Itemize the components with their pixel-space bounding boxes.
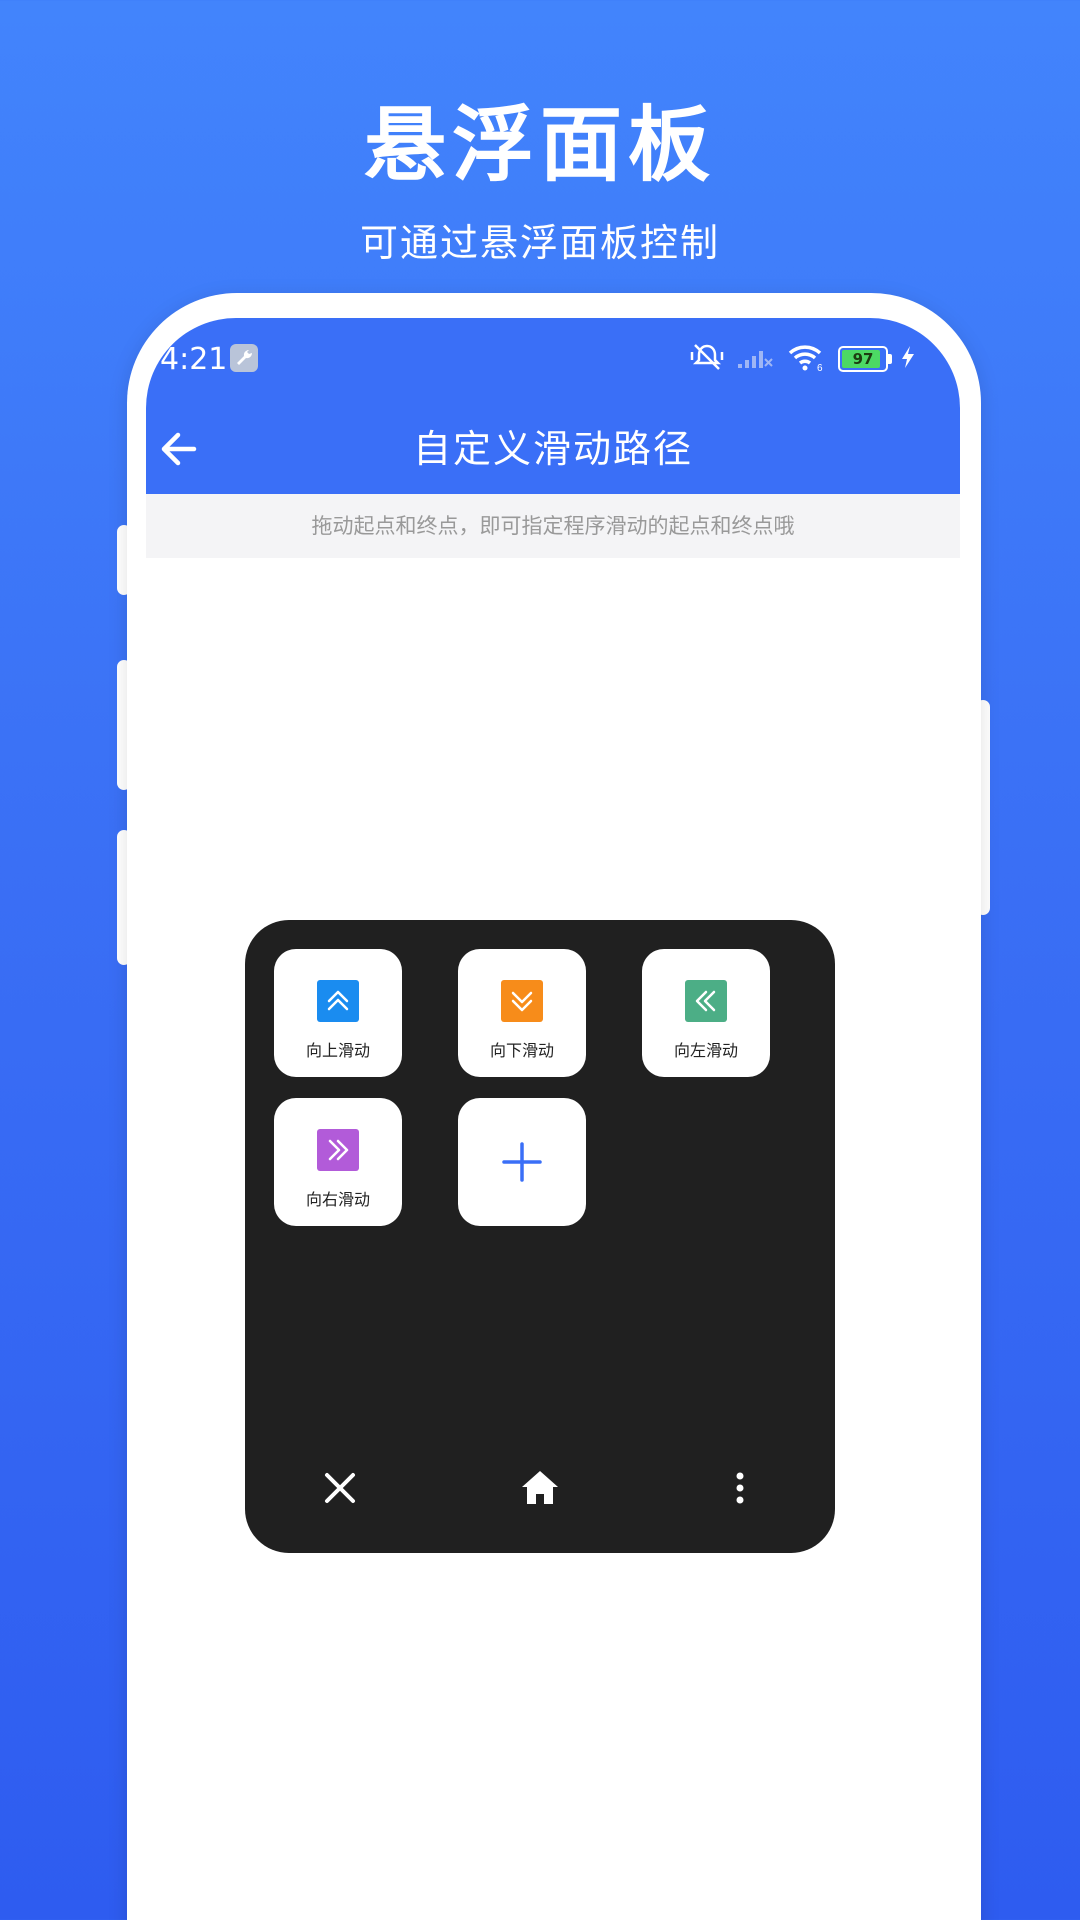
page-title: 自定义滑动路径	[412, 427, 693, 471]
battery-tip	[888, 354, 892, 364]
status-icons: 6 97	[690, 342, 916, 376]
status-time: 4:21	[160, 342, 228, 377]
wifi-icon: 6	[786, 342, 826, 376]
swipe-up-tile[interactable]: 向上滑动	[274, 949, 402, 1077]
status-bar: 4:21 6 97	[146, 318, 960, 404]
swipe-right-tile[interactable]: 向右滑动	[274, 1098, 402, 1226]
plus-icon	[498, 1138, 546, 1190]
mute-vibrate-icon	[690, 342, 724, 376]
hint-bar: 拖动起点和终点，即可指定程序滑动的起点和终点哦	[146, 494, 960, 558]
battery-icon: 97	[838, 346, 892, 372]
double-chevron-down-icon	[501, 980, 543, 1022]
home-icon	[512, 1471, 568, 1520]
signal-icon	[736, 344, 774, 374]
swipe-right-label: 向右滑动	[305, 1190, 370, 1209]
wrench-icon	[230, 344, 258, 372]
battery-level: 97	[852, 350, 874, 368]
swipe-left-tile[interactable]: 向左滑动	[642, 949, 770, 1077]
double-chevron-up-icon	[317, 980, 359, 1022]
swipe-left-label: 向左滑动	[673, 1041, 738, 1060]
charging-icon	[900, 345, 916, 373]
more-options-button[interactable]	[712, 1460, 768, 1516]
swipe-up-label: 向上滑动	[305, 1041, 370, 1060]
double-chevron-right-icon	[317, 1129, 359, 1171]
swipe-down-tile[interactable]: 向下滑动	[458, 949, 586, 1077]
home-button[interactable]	[512, 1460, 568, 1516]
swipe-down-label: 向下滑动	[489, 1041, 554, 1060]
close-icon	[312, 1473, 368, 1520]
svg-text:6: 6	[817, 363, 823, 372]
more-vertical-icon	[712, 1472, 768, 1520]
floating-panel[interactable]: 向上滑动 向下滑动 向左滑动 向右滑动	[245, 920, 835, 1553]
promo-subtitle: 可通过悬浮面板控制	[359, 221, 720, 265]
double-chevron-left-icon	[685, 980, 727, 1022]
add-action-tile[interactable]	[458, 1098, 586, 1226]
close-panel-button[interactable]	[312, 1460, 368, 1516]
app-header: 自定义滑动路径	[146, 404, 960, 494]
promo-title: 悬浮面板	[363, 98, 716, 193]
